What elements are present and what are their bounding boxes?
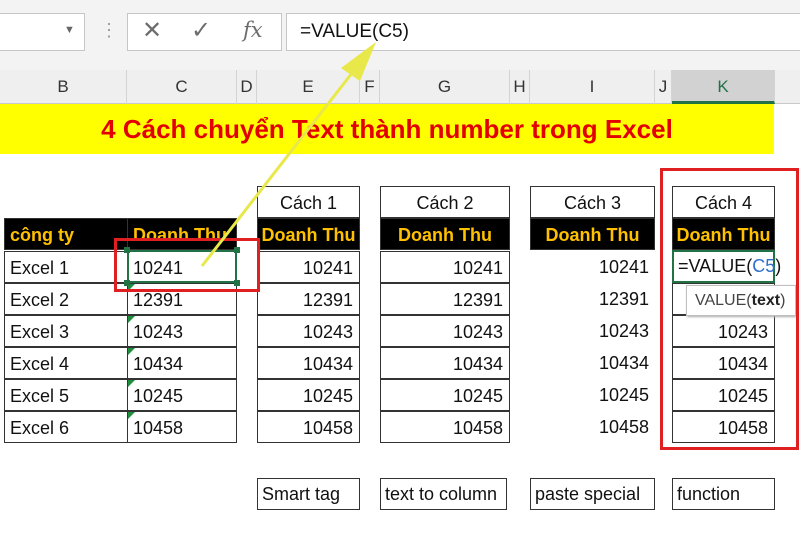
arrow-head-icon [341, 42, 376, 81]
arrow-line [200, 72, 354, 267]
arrow-annotation [200, 42, 376, 267]
